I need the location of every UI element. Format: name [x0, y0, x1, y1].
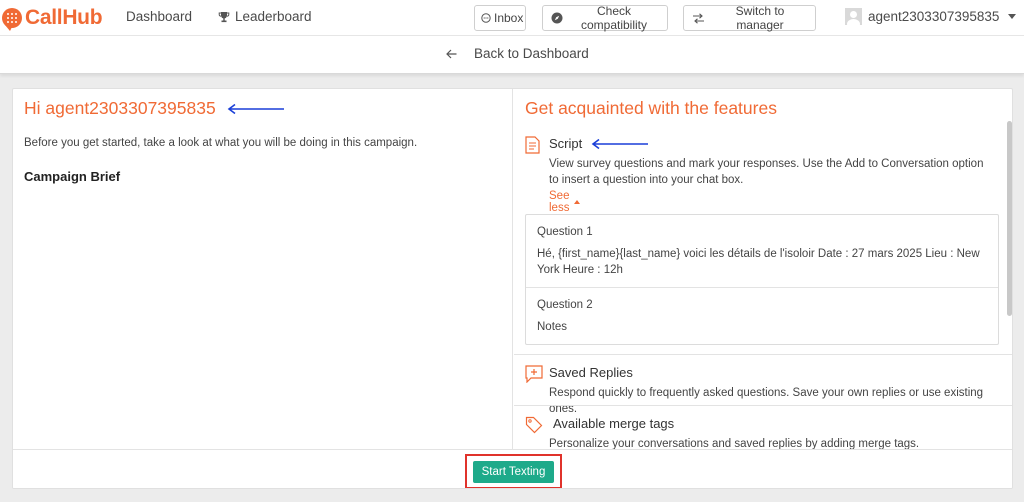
- annotation-arrow-icon: [227, 103, 284, 115]
- question-text: Notes: [537, 321, 568, 333]
- chat-bubble-icon: [481, 13, 491, 23]
- script-questions-box: Question 1 Hé, {first_name}{last_name} v…: [525, 214, 999, 345]
- greeting-heading: Hi agent2303307395835: [24, 98, 216, 118]
- feature-saved-replies-title: Saved Replies: [549, 365, 633, 380]
- feature-merge-tags-title: Available merge tags: [553, 416, 675, 431]
- trophy-icon: [218, 11, 230, 22]
- swap-arrows-icon: [693, 12, 704, 24]
- username: agent2303307395835: [868, 9, 1000, 24]
- check-compatibility-button[interactable]: Check compatibility: [542, 4, 668, 32]
- see-less-link[interactable]: See less: [549, 190, 581, 214]
- chevron-up-icon: [574, 200, 581, 204]
- question-text: Hé, {first_name}{last_name} voici les dé…: [537, 248, 980, 276]
- question-item: Question 2 Notes: [526, 287, 998, 344]
- see-less-label: See less: [549, 190, 570, 214]
- nav-leaderboard-label: Leaderboard: [235, 9, 312, 24]
- switch-to-manager-label: Switch to manager: [735, 4, 785, 32]
- left-pane: Hi agent2303307395835 Before you get sta…: [13, 89, 513, 449]
- callhub-logo[interactable]: CallHub: [2, 6, 103, 31]
- inbox-label: Inbox: [494, 11, 524, 25]
- card-footer: Start Texting: [13, 449, 1012, 488]
- question-title: Question 2: [537, 299, 593, 311]
- user-menu[interactable]: agent2303307395835: [845, 8, 1017, 25]
- brand-name: CallHub: [25, 6, 103, 29]
- features-pane[interactable]: Get acquainted with the features Script …: [514, 89, 1012, 449]
- nav-leaderboard-link[interactable]: Leaderboard: [218, 9, 312, 24]
- document-icon: [525, 136, 540, 154]
- callhub-logo-icon: [2, 8, 22, 31]
- divider: [514, 354, 1012, 355]
- top-navbar: CallHub Dashboard Leaderboard Inbox Chec…: [0, 0, 1024, 36]
- features-scrollbar[interactable]: [1007, 121, 1012, 316]
- intro-text: Before you get started, take a look at w…: [24, 137, 418, 149]
- question-title: Question 1: [537, 226, 593, 238]
- question-item: Question 1 Hé, {first_name}{last_name} v…: [526, 215, 998, 287]
- feature-merge-tags-description: Personalize your conversations and saved…: [549, 438, 920, 449]
- tag-icon: [525, 416, 543, 434]
- start-texting-button[interactable]: Start Texting: [473, 461, 554, 483]
- arrow-left-icon: [446, 49, 457, 58]
- divider: [514, 405, 1012, 406]
- chevron-down-icon: [1008, 14, 1017, 19]
- nav-dashboard-link[interactable]: Dashboard: [126, 9, 192, 24]
- campaign-brief-heading: Campaign Brief: [24, 169, 121, 184]
- inbox-button[interactable]: Inbox: [474, 5, 526, 31]
- campaign-intro-card: Hi agent2303307395835 Before you get sta…: [12, 88, 1013, 489]
- chat-plus-icon: [525, 365, 543, 383]
- back-to-dashboard-link[interactable]: Back to Dashboard: [446, 46, 589, 61]
- compass-icon: [551, 12, 563, 24]
- start-texting-highlight: Start Texting: [465, 454, 562, 488]
- feature-script-description: View survey questions and mark your resp…: [549, 158, 984, 186]
- avatar-icon: [845, 8, 862, 25]
- back-bar: Back to Dashboard: [0, 36, 1024, 74]
- feature-saved-replies-description: Respond quickly to frequently asked ques…: [549, 387, 984, 415]
- switch-to-manager-button[interactable]: Switch to manager: [683, 4, 816, 32]
- back-to-dashboard-label: Back to Dashboard: [474, 46, 589, 61]
- feature-script-title: Script: [549, 136, 583, 151]
- check-compatibility-label: Check compatibility: [580, 4, 648, 32]
- features-heading: Get acquainted with the features: [525, 98, 777, 118]
- annotation-arrow-icon: [591, 138, 648, 150]
